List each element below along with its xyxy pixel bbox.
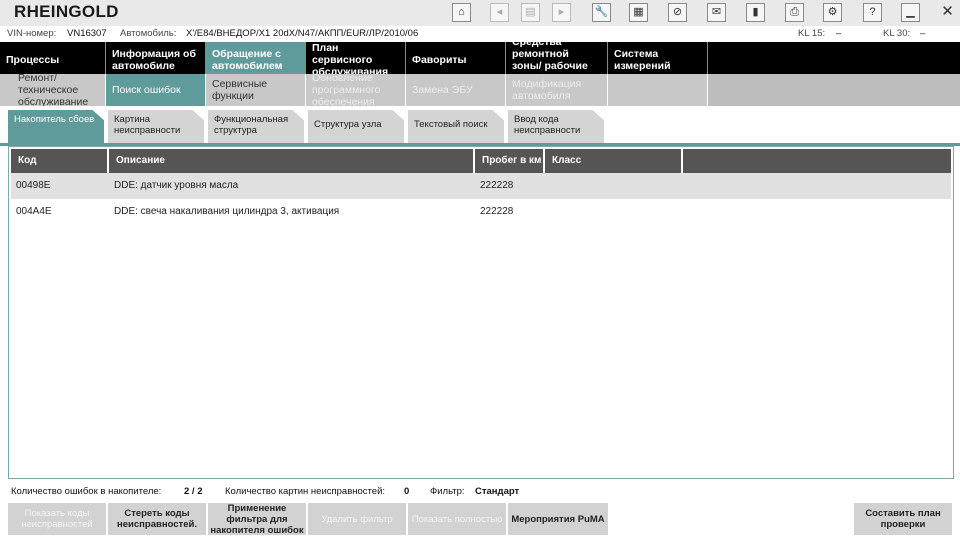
- main-tab-workshop-equipment[interactable]: Средства ремонтной зоны/ рабочие жидкост…: [506, 42, 608, 74]
- no-connection-icon[interactable]: ⊘: [668, 3, 687, 22]
- tab-functional-structure[interactable]: Функциональная структура: [208, 110, 304, 144]
- cell-code: 004A4E: [16, 206, 52, 217]
- help-icon[interactable]: ?: [863, 3, 882, 22]
- cell-description: DDE: свеча накаливания цилиндра 3, актив…: [114, 206, 340, 217]
- vin-label: VIN-номер:: [7, 28, 57, 39]
- filter-value: Стандарт: [475, 486, 520, 497]
- vehicle-info-line: VIN-номер: VN16307 Автомобиль: X'/E84/ВН…: [0, 26, 960, 42]
- sub-tab-vehicle-modification[interactable]: Модификация автомобиля: [506, 74, 608, 106]
- fault-count-label: Количество ошибок в накопителе:: [11, 486, 162, 497]
- remove-filter-button[interactable]: Удалить фильтр: [308, 503, 406, 535]
- app-title: RHEINGOLD: [14, 2, 119, 21]
- close-icon[interactable]: ✕: [938, 3, 957, 22]
- column-header-mileage[interactable]: Пробег в км: [475, 149, 545, 173]
- battery-icon[interactable]: ▮: [746, 3, 765, 22]
- kl15-label: KL 15:: [798, 28, 826, 39]
- vin-value: VN16307: [67, 28, 107, 39]
- home-icon[interactable]: ⌂: [452, 3, 471, 22]
- fault-count-value: 2 / 2: [184, 486, 203, 497]
- sub-tab-fault-search[interactable]: Поиск ошибок: [106, 74, 206, 106]
- cell-mileage: 222228: [480, 180, 514, 191]
- column-header-class[interactable]: Класс: [545, 149, 683, 173]
- pattern-count-value: 0: [404, 486, 410, 497]
- sub-tab-ecu-replacement[interactable]: Замена ЭБУ: [406, 74, 506, 106]
- print-icon[interactable]: ⎙: [785, 3, 804, 22]
- kl30-label: KL 30:: [883, 28, 911, 39]
- create-test-plan-button[interactable]: Составить план проверки: [854, 503, 952, 535]
- main-tab-favorites[interactable]: Фавориты: [406, 42, 506, 74]
- vehicle-data-icon[interactable]: ▦: [629, 3, 648, 22]
- arrow-right-icon[interactable]: ▸: [552, 3, 571, 22]
- status-line: Количество ошибок в накопителе: 2 / 2 Ко…: [0, 485, 960, 499]
- filter-label: Фильтр:: [430, 486, 465, 497]
- tab-component-structure[interactable]: Структура узла: [308, 110, 404, 144]
- mail-icon[interactable]: ✉: [707, 3, 726, 22]
- main-navigation: Процессы Информация об автомобиле Обраще…: [0, 42, 960, 74]
- column-header-code[interactable]: Код: [11, 149, 109, 173]
- documents-icon[interactable]: ▤: [521, 3, 540, 22]
- wrench-icon[interactable]: 🔧: [592, 3, 611, 22]
- sub-tab-software-update[interactable]: Обновление программного обеспечения: [306, 74, 406, 106]
- kl30-value: –: [920, 28, 926, 39]
- show-all-button[interactable]: Показать полностью: [408, 503, 506, 535]
- tab-fault-code-entry[interactable]: Ввод кода неисправности: [508, 110, 604, 144]
- minimize-icon[interactable]: ▁: [901, 3, 920, 22]
- cell-mileage: 222228: [480, 206, 514, 217]
- car-value: X'/E84/ВНЕДОР/X1 20dX/N47/АКПП/EUR/ЛР/20…: [186, 28, 419, 39]
- tab-fault-memory[interactable]: Накопитель сбоев: [8, 110, 104, 144]
- main-tab-service-plan[interactable]: План сервисного обслуживания: [306, 42, 406, 74]
- sub-tab-service-functions[interactable]: Сервисные функции: [206, 74, 306, 106]
- cell-description: DDE: датчик уровня масла: [114, 180, 239, 191]
- show-fault-codes-button[interactable]: Показать коды неисправностей: [8, 503, 106, 535]
- table-row[interactable]: 00498E DDE: датчик уровня масла 222228: [11, 173, 951, 199]
- table-row[interactable]: 004A4E DDE: свеча накаливания цилиндра 3…: [11, 199, 951, 225]
- fault-memory-panel: Код Описание Пробег в км Класс 00498E DD…: [8, 146, 954, 479]
- pattern-count-label: Количество картин неисправностей:: [225, 486, 386, 497]
- main-tab-vehicle-info[interactable]: Информация об автомобиле: [106, 42, 206, 74]
- arrow-left-icon[interactable]: ◂: [490, 3, 509, 22]
- clear-fault-codes-button[interactable]: Стереть коды неисправностей.: [108, 503, 206, 535]
- sub-tab-empty: [608, 74, 708, 106]
- tab-fault-pattern[interactable]: Картина неисправности: [108, 110, 204, 144]
- sub-tab-repair-maintenance[interactable]: Ремонт/ техническое обслуживание: [0, 74, 106, 106]
- main-tab-processes[interactable]: Процессы: [0, 42, 106, 74]
- column-header-description[interactable]: Описание: [109, 149, 475, 173]
- user-settings-icon[interactable]: ⚙: [823, 3, 842, 22]
- kl15-value: –: [836, 28, 842, 39]
- sub-navigation: Ремонт/ техническое обслуживание Поиск о…: [0, 74, 960, 106]
- puma-measures-button[interactable]: Мероприятия PuMA: [508, 503, 608, 535]
- tab-text-search[interactable]: Текстовый поиск: [408, 110, 504, 144]
- main-tab-measurement-system[interactable]: Система измерений: [608, 42, 708, 74]
- main-tab-vehicle-handling[interactable]: Обращение с автомобилем: [206, 42, 306, 74]
- table-header: Код Описание Пробег в км Класс: [11, 149, 951, 173]
- apply-filter-button[interactable]: Применение фильтра для накопителя ошибок: [208, 503, 306, 536]
- car-label: Автомобиль:: [120, 28, 177, 39]
- cell-code: 00498E: [16, 180, 51, 191]
- title-bar: RHEINGOLD ⌂ ◂ ▤ ▸ 🔧 ▦ ⊘ ✉ ▮ ⎙ ⚙ ? ▁ ✕: [0, 0, 960, 26]
- function-tabs: Накопитель сбоев Картина неисправности Ф…: [0, 110, 960, 144]
